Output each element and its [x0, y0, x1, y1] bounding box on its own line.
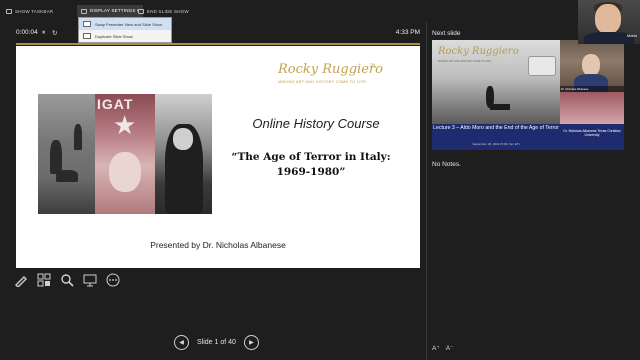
lecture-title: “The Age of Terror in Italy: 1969-1980”: [231, 151, 391, 179]
next-slide-red-photo: [560, 92, 624, 124]
next-slide-date: September 20, 2022 (5:30-7pm ET): [472, 142, 520, 146]
more-icon: [106, 273, 120, 287]
photo-officer: [155, 94, 212, 214]
star-icon: ★: [113, 110, 137, 140]
increase-font-button[interactable]: A⁺: [432, 344, 440, 352]
display-settings-menu: Swap Presenter View and Slide Show Dupli…: [78, 17, 172, 43]
clock: 4:33 PM: [395, 29, 420, 36]
course-title: Online History Course: [252, 116, 380, 131]
slide-tagline: MAKING ART AND HISTORY COME TO LIFE: [278, 80, 367, 84]
next-slide-tagline: MAKING ART AND HISTORY COME TO LIFE: [438, 60, 491, 63]
swap-icon: [83, 21, 91, 27]
slide-counter: Slide 1 of 40: [197, 338, 236, 346]
speaker-notes[interactable]: No Notes.: [432, 161, 461, 168]
display-icon: [81, 8, 87, 14]
menu-item-swap-view[interactable]: Swap Presenter View and Slide Show: [79, 18, 171, 30]
timer-row: 0:00:04 ⏸ ↻ 4:33 PM: [0, 27, 426, 41]
grid-icon: [37, 273, 51, 287]
photo-red-portrait: IGAT ★: [95, 94, 155, 214]
webcam-video: Mario: [578, 0, 640, 44]
next-slide-thumbnail[interactable]: Rocky Ruggiero MAKING ART AND HISTORY CO…: [432, 40, 624, 150]
next-slide-button[interactable]: ▶: [243, 334, 259, 350]
pause-timer-button[interactable]: ⏸: [42, 29, 45, 37]
end-slide-show-button[interactable]: END SLIDE SHOW: [138, 6, 189, 16]
next-slide-label: Next slide: [432, 30, 461, 37]
reset-timer-button[interactable]: ↻: [52, 29, 57, 37]
pen-icon: [15, 276, 27, 287]
elapsed-timer: 0:00:04: [16, 29, 38, 36]
trademark-mark: TM: [370, 63, 376, 67]
presenter-line: Presented by Dr. Nicholas Albanese: [150, 240, 286, 250]
next-slide-logo: Rocky Ruggiero: [438, 46, 519, 57]
show-taskbar-button[interactable]: SHOW TASKBAR: [6, 6, 53, 16]
black-screen-button[interactable]: [83, 273, 97, 287]
magnifier-icon: [61, 274, 74, 287]
taskbar-icon: [6, 8, 12, 14]
next-slide-presenter: Dr. Nicholas Albanese Texas Christian Un…: [563, 129, 621, 138]
notes-font-controls: A⁺ A⁻: [432, 344, 454, 352]
more-options-button[interactable]: [106, 273, 120, 287]
photo-street-scene: [38, 94, 95, 214]
pen-tool-button[interactable]: [14, 273, 28, 287]
screen-icon: [83, 274, 97, 287]
duplicate-icon: [83, 33, 91, 39]
current-slide[interactable]: Rocky Ruggiero TM MAKING ART AND HISTORY…: [16, 46, 420, 268]
next-slide-lecture-title: Lecture 3 – Aldo Moro and the End of the…: [433, 125, 559, 131]
end-show-icon: [138, 8, 144, 14]
slide-navigation: ◀ Slide 1 of 40 ▶: [174, 334, 259, 350]
decrease-font-button[interactable]: A⁻: [446, 344, 454, 352]
zoom-button[interactable]: [60, 273, 74, 287]
menu-item-duplicate[interactable]: Duplicate Slide Show: [79, 30, 171, 42]
slide-photo-collage: IGAT ★: [38, 94, 212, 214]
see-all-slides-button[interactable]: [37, 273, 51, 287]
presenter-tools: [14, 272, 120, 288]
timer-divider: [16, 43, 420, 45]
next-slide-speaker-video: Dr. Nicholas Albanese: [560, 40, 624, 92]
panel-divider: [426, 22, 427, 360]
slide-logo: Rocky Ruggiero: [278, 62, 383, 77]
display-settings-button[interactable]: DISPLAY SETTINGS ▾: [77, 5, 144, 17]
webcam-name: Mario: [626, 33, 637, 38]
previous-slide-button[interactable]: ◀: [174, 334, 189, 350]
